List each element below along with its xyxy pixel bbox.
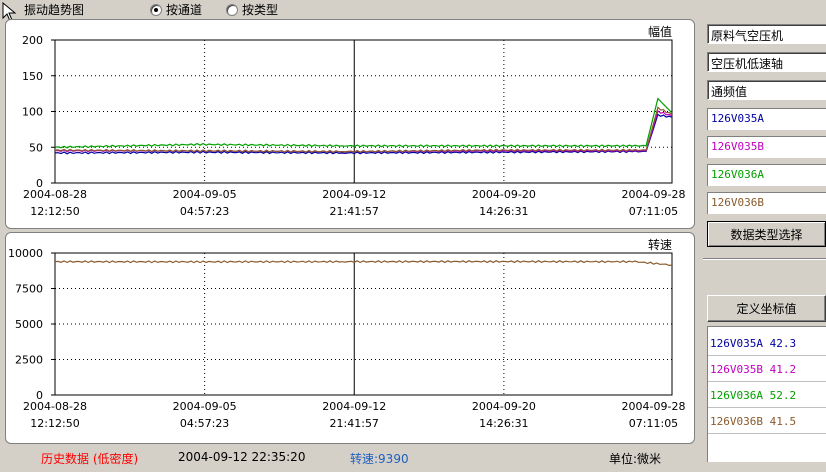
- x-tick-label: 21:41:57: [330, 417, 379, 430]
- history-mode-label: 历史数据 (低密度): [41, 452, 139, 466]
- x-tick-label: 2004-09-20: [472, 188, 536, 201]
- divider: [703, 259, 826, 260]
- divider: [708, 381, 826, 382]
- radio-label: 按通道: [166, 3, 203, 17]
- channel-label: 126V036B: [711, 196, 764, 209]
- radio-dot-icon: [150, 3, 162, 16]
- unit-label: 单位:微米: [609, 452, 662, 466]
- x-tick-label: 12:12:50: [30, 417, 79, 430]
- x-tick-label: 04:57:23: [180, 205, 229, 218]
- window-title: 振动趋势图: [24, 3, 85, 17]
- channel-label: 126V035A: [711, 112, 764, 125]
- value-row-126v036b: 126V036B 41.5: [710, 415, 797, 428]
- measure-field[interactable]: 通频值: [707, 80, 826, 100]
- channel-label: 126V036A: [711, 168, 764, 181]
- x-tick-label: 14:26:31: [479, 205, 528, 218]
- speed-readout: 转速:9390: [350, 452, 409, 466]
- y-tick-label: 5000: [15, 318, 43, 331]
- y-tick-label: 100: [22, 106, 43, 119]
- x-tick-label: 2004-08-28: [23, 400, 87, 413]
- speed-chart[interactable]: 1000075005000250002004-08-2812:12:502004…: [6, 233, 694, 443]
- channel-item-126v036a[interactable]: 126V036A: [707, 164, 826, 186]
- y-tick-label: 200: [22, 34, 43, 47]
- channel-label: 126V035B: [711, 140, 764, 153]
- y-tick-label: 2500: [15, 354, 43, 367]
- y-tick-label: 10000: [8, 247, 43, 260]
- x-tick-label: 14:26:31: [479, 417, 528, 430]
- x-tick-label: 07:11:05: [629, 205, 678, 218]
- chart-unit-label: 转速: [648, 237, 672, 252]
- x-tick-label: 04:57:23: [180, 417, 229, 430]
- x-tick-label: 12:12:50: [30, 205, 79, 218]
- speed-chart-panel: 10000 7500 5000 2500 0 2004-08-28 12:12:50 2004…: [5, 232, 695, 444]
- divider: [708, 433, 826, 434]
- value-row-126v035b: 126V035B 41.2: [710, 363, 797, 376]
- value-row-126v035a: 126V035A 42.3: [710, 337, 797, 350]
- radio-label: 按类型: [242, 3, 279, 17]
- x-tick-label: 21:41:57: [330, 205, 379, 218]
- amplitude-chart[interactable]: 2001501005002004-08-2812:12:502004-09-05…: [6, 20, 694, 228]
- x-tick-label: 2004-09-12: [322, 188, 386, 201]
- channel-item-126v035b[interactable]: 126V035B: [707, 136, 826, 158]
- value-row-126v036a: 126V036A 52.2: [710, 389, 797, 402]
- x-tick-label: 2004-09-28: [622, 400, 686, 413]
- data-type-select-button[interactable]: 数据类型选择: [707, 221, 826, 247]
- divider: [708, 355, 826, 356]
- y-tick-label: 7500: [15, 283, 43, 296]
- x-tick-label: 2004-09-05: [173, 188, 237, 201]
- component-field[interactable]: 空压机低速轴: [707, 52, 826, 72]
- x-tick-label: 2004-08-28: [23, 188, 87, 201]
- define-axis-button[interactable]: 定义坐标值: [707, 295, 826, 322]
- x-tick-label: 2004-09-28: [622, 188, 686, 201]
- amplitude-chart-panel: 200 150 100 50 0 2004-08-28 12:12:50 2004-09-05…: [5, 19, 695, 229]
- chart-unit-label: 幅值: [648, 24, 672, 39]
- channel-item-126v036b[interactable]: 126V036B: [707, 192, 826, 214]
- y-tick-label: 150: [22, 70, 43, 83]
- x-tick-label: 2004-09-20: [472, 400, 536, 413]
- y-tick-label: 50: [29, 141, 43, 154]
- cursor-timestamp: 2004-09-12 22:35:20: [178, 450, 306, 464]
- x-tick-label: 2004-09-05: [173, 400, 237, 413]
- divider: [708, 407, 826, 408]
- channel-item-126v035a[interactable]: 126V035A: [707, 108, 826, 130]
- title-bar: 振动趋势图 按通道 按类型: [0, 0, 826, 22]
- radio-by-type[interactable]: 按类型: [226, 1, 278, 18]
- current-values-list: 126V035A 42.3 126V035B 41.2 126V036A 52.…: [707, 326, 826, 462]
- radio-dot-icon: [226, 3, 238, 16]
- x-tick-label: 2004-09-12: [322, 400, 386, 413]
- x-tick-label: 07:11:05: [629, 417, 678, 430]
- device-field[interactable]: 原料气空压机: [707, 24, 826, 44]
- radio-by-channel[interactable]: 按通道: [150, 1, 202, 18]
